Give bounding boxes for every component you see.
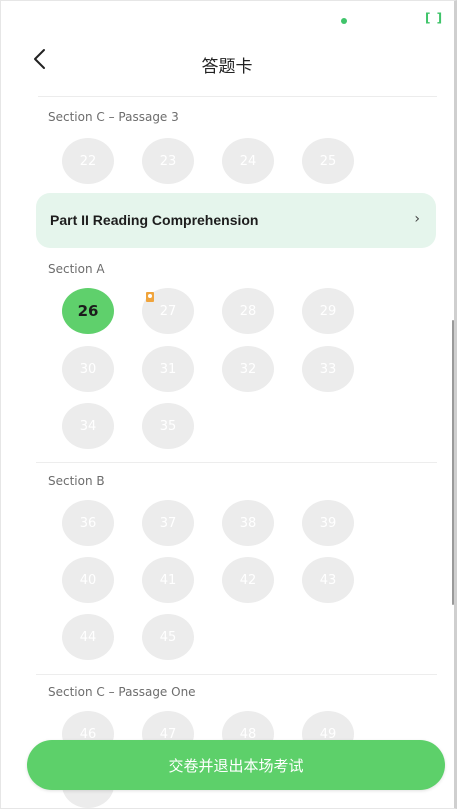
question-22[interactable]: 22	[62, 138, 114, 184]
section-divider	[36, 674, 437, 675]
question-23[interactable]: 23	[142, 138, 194, 184]
chevron-right-icon: ›	[414, 211, 420, 227]
question-35[interactable]: 35	[142, 403, 194, 449]
question-42[interactable]: 42	[222, 557, 274, 603]
question-33[interactable]: 33	[302, 346, 354, 392]
section-title-passage-3: Section C – Passage 3	[48, 110, 179, 124]
question-32[interactable]: 32	[222, 346, 274, 392]
question-38[interactable]: 38	[222, 500, 274, 546]
bookmark-icon	[146, 292, 154, 302]
header: 答题卡	[0, 36, 454, 96]
question-30[interactable]: 30	[62, 346, 114, 392]
question-31[interactable]: 31	[142, 346, 194, 392]
section-title-a: Section A	[48, 262, 105, 276]
section-title-passage-one: Section C – Passage One	[48, 685, 196, 699]
section-divider	[36, 462, 437, 463]
question-26[interactable]: 26	[62, 288, 114, 334]
question-37[interactable]: 37	[142, 500, 194, 546]
question-41[interactable]: 41	[142, 557, 194, 603]
fullscreen-icon[interactable]: [ ]	[425, 11, 443, 25]
part-banner-label: Part II Reading Comprehension	[50, 212, 259, 228]
question-40[interactable]: 40	[62, 557, 114, 603]
part-ii-banner[interactable]: Part II Reading Comprehension ›	[36, 193, 436, 248]
question-25[interactable]: 25	[302, 138, 354, 184]
question-43[interactable]: 43	[302, 557, 354, 603]
question-34[interactable]: 34	[62, 403, 114, 449]
scrollbar[interactable]	[452, 320, 454, 605]
header-divider	[38, 96, 437, 97]
question-24[interactable]: 24	[222, 138, 274, 184]
section-title-b: Section B	[48, 474, 105, 488]
question-36[interactable]: 36	[62, 500, 114, 546]
question-28[interactable]: 28	[222, 288, 274, 334]
submit-exit-button[interactable]: 交卷并退出本场考试	[27, 740, 445, 790]
question-45[interactable]: 45	[142, 614, 194, 660]
question-44[interactable]: 44	[62, 614, 114, 660]
status-dot	[341, 18, 347, 24]
page-title: 答题卡	[201, 57, 253, 77]
question-39[interactable]: 39	[302, 500, 354, 546]
question-29[interactable]: 29	[302, 288, 354, 334]
